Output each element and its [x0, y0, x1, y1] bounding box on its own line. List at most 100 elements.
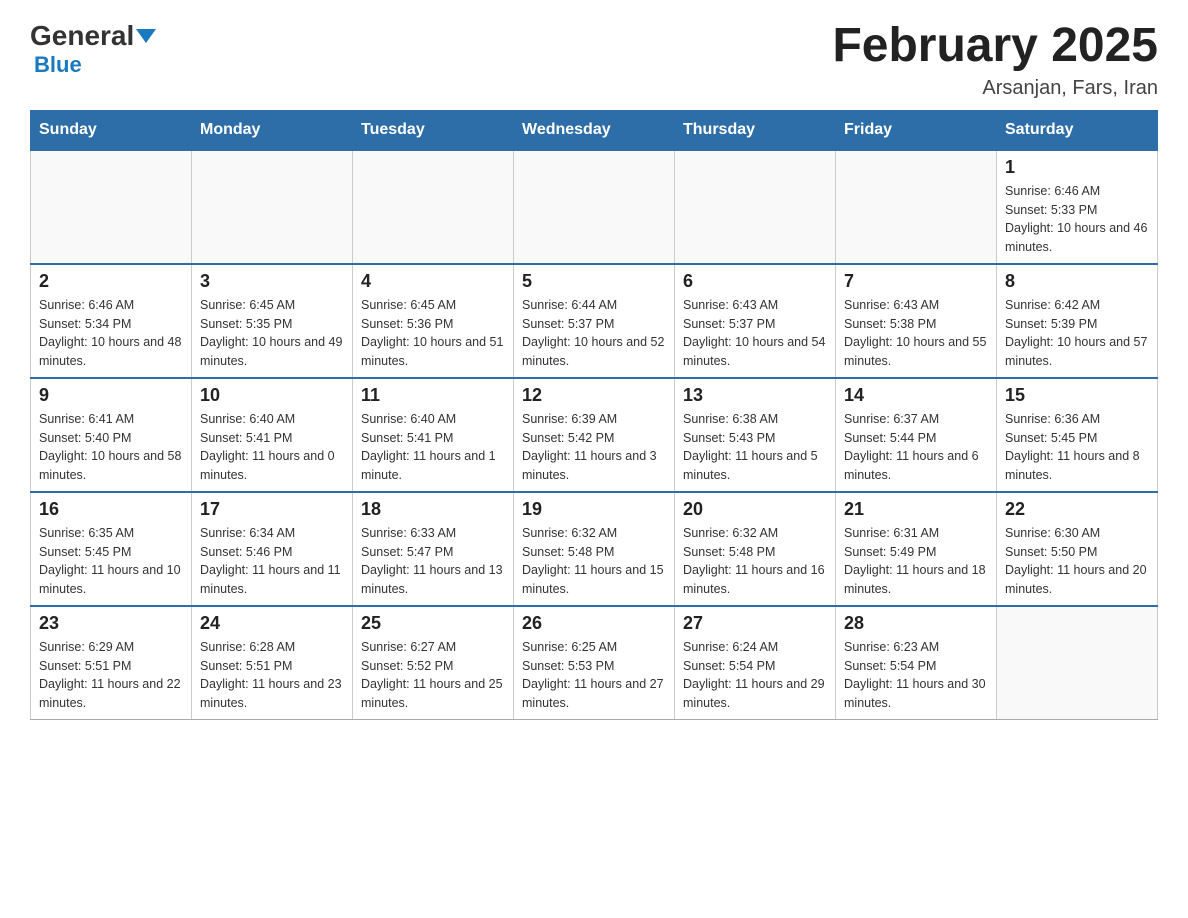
calendar-cell	[31, 150, 192, 264]
calendar-cell	[675, 150, 836, 264]
calendar-cell: 24 Sunrise: 6:28 AMSunset: 5:51 PMDayligh…	[192, 606, 353, 720]
calendar-cell: 28 Sunrise: 6:23 AMSunset: 5:54 PMDayligh…	[836, 606, 997, 720]
day-info: Sunrise: 6:46 AMSunset: 5:33 PMDaylight:…	[1005, 182, 1149, 257]
calendar-cell: 26 Sunrise: 6:25 AMSunset: 5:53 PMDayligh…	[514, 606, 675, 720]
day-number: 8	[1005, 271, 1149, 292]
day-info: Sunrise: 6:32 AMSunset: 5:48 PMDaylight:…	[683, 524, 827, 599]
day-number: 24	[200, 613, 344, 634]
calendar-cell: 21 Sunrise: 6:31 AMSunset: 5:49 PMDayligh…	[836, 492, 997, 606]
logo-general-text: General	[30, 20, 134, 52]
header-sunday: Sunday	[31, 110, 192, 150]
day-info: Sunrise: 6:23 AMSunset: 5:54 PMDaylight:…	[844, 638, 988, 713]
day-number: 12	[522, 385, 666, 406]
day-number: 9	[39, 385, 183, 406]
day-number: 11	[361, 385, 505, 406]
day-number: 18	[361, 499, 505, 520]
day-info: Sunrise: 6:42 AMSunset: 5:39 PMDaylight:…	[1005, 296, 1149, 371]
day-info: Sunrise: 6:25 AMSunset: 5:53 PMDaylight:…	[522, 638, 666, 713]
day-number: 10	[200, 385, 344, 406]
page-header: General Blue February 2025 Arsanjan, Far…	[30, 20, 1158, 100]
day-info: Sunrise: 6:39 AMSunset: 5:42 PMDaylight:…	[522, 410, 666, 485]
calendar-cell: 3 Sunrise: 6:45 AMSunset: 5:35 PMDaylight…	[192, 264, 353, 378]
calendar-week-row: 23 Sunrise: 6:29 AMSunset: 5:51 PMDayligh…	[31, 606, 1158, 720]
day-number: 27	[683, 613, 827, 634]
day-number: 26	[522, 613, 666, 634]
header-saturday: Saturday	[997, 110, 1158, 150]
calendar-cell: 27 Sunrise: 6:24 AMSunset: 5:54 PMDayligh…	[675, 606, 836, 720]
day-info: Sunrise: 6:38 AMSunset: 5:43 PMDaylight:…	[683, 410, 827, 485]
day-info: Sunrise: 6:45 AMSunset: 5:36 PMDaylight:…	[361, 296, 505, 371]
calendar-header-row: Sunday Monday Tuesday Wednesday Thursday…	[31, 110, 1158, 150]
day-number: 17	[200, 499, 344, 520]
day-info: Sunrise: 6:24 AMSunset: 5:54 PMDaylight:…	[683, 638, 827, 713]
calendar-cell: 23 Sunrise: 6:29 AMSunset: 5:51 PMDayligh…	[31, 606, 192, 720]
day-number: 4	[361, 271, 505, 292]
day-number: 16	[39, 499, 183, 520]
day-number: 7	[844, 271, 988, 292]
calendar-cell: 10 Sunrise: 6:40 AMSunset: 5:41 PMDayligh…	[192, 378, 353, 492]
day-info: Sunrise: 6:29 AMSunset: 5:51 PMDaylight:…	[39, 638, 183, 713]
calendar-cell: 8 Sunrise: 6:42 AMSunset: 5:39 PMDaylight…	[997, 264, 1158, 378]
calendar-week-row: 2 Sunrise: 6:46 AMSunset: 5:34 PMDaylight…	[31, 264, 1158, 378]
day-info: Sunrise: 6:41 AMSunset: 5:40 PMDaylight:…	[39, 410, 183, 485]
calendar-cell: 17 Sunrise: 6:34 AMSunset: 5:46 PMDayligh…	[192, 492, 353, 606]
calendar-cell: 13 Sunrise: 6:38 AMSunset: 5:43 PMDayligh…	[675, 378, 836, 492]
calendar-cell: 9 Sunrise: 6:41 AMSunset: 5:40 PMDaylight…	[31, 378, 192, 492]
calendar-cell: 4 Sunrise: 6:45 AMSunset: 5:36 PMDaylight…	[353, 264, 514, 378]
day-number: 1	[1005, 157, 1149, 178]
day-info: Sunrise: 6:28 AMSunset: 5:51 PMDaylight:…	[200, 638, 344, 713]
calendar-cell: 6Sunrise: 6:43 AMSunset: 5:37 PMDaylight…	[675, 264, 836, 378]
logo-blue-text: Blue	[34, 52, 82, 78]
day-info: Sunrise: 6:35 AMSunset: 5:45 PMDaylight:…	[39, 524, 183, 599]
day-number: 6	[683, 271, 827, 292]
calendar-cell: 14 Sunrise: 6:37 AMSunset: 5:44 PMDayligh…	[836, 378, 997, 492]
day-info: Sunrise: 6:33 AMSunset: 5:47 PMDaylight:…	[361, 524, 505, 599]
day-info: Sunrise: 6:27 AMSunset: 5:52 PMDaylight:…	[361, 638, 505, 713]
day-number: 28	[844, 613, 988, 634]
day-info: Sunrise: 6:40 AMSunset: 5:41 PMDaylight:…	[200, 410, 344, 485]
calendar-cell: 5 Sunrise: 6:44 AMSunset: 5:37 PMDaylight…	[514, 264, 675, 378]
day-info: Sunrise: 6:31 AMSunset: 5:49 PMDaylight:…	[844, 524, 988, 599]
day-info: Sunrise: 6:36 AMSunset: 5:45 PMDaylight:…	[1005, 410, 1149, 485]
day-number: 3	[200, 271, 344, 292]
calendar-cell: 18 Sunrise: 6:33 AMSunset: 5:47 PMDayligh…	[353, 492, 514, 606]
calendar-table: Sunday Monday Tuesday Wednesday Thursday…	[30, 110, 1158, 720]
day-number: 15	[1005, 385, 1149, 406]
header-friday: Friday	[836, 110, 997, 150]
day-number: 13	[683, 385, 827, 406]
calendar-cell	[997, 606, 1158, 720]
header-monday: Monday	[192, 110, 353, 150]
day-info: Sunrise: 6:30 AMSunset: 5:50 PMDaylight:…	[1005, 524, 1149, 599]
calendar-cell: 12 Sunrise: 6:39 AMSunset: 5:42 PMDayligh…	[514, 378, 675, 492]
calendar-cell: 1 Sunrise: 6:46 AMSunset: 5:33 PMDaylight…	[997, 150, 1158, 264]
day-number: 21	[844, 499, 988, 520]
header-tuesday: Tuesday	[353, 110, 514, 150]
day-info: Sunrise: 6:32 AMSunset: 5:48 PMDaylight:…	[522, 524, 666, 599]
location-title: Arsanjan, Fars, Iran	[832, 77, 1158, 100]
calendar-cell	[353, 150, 514, 264]
calendar-cell: 2 Sunrise: 6:46 AMSunset: 5:34 PMDaylight…	[31, 264, 192, 378]
calendar-cell	[836, 150, 997, 264]
day-number: 23	[39, 613, 183, 634]
calendar-cell: 7 Sunrise: 6:43 AMSunset: 5:38 PMDaylight…	[836, 264, 997, 378]
calendar-cell: 15 Sunrise: 6:36 AMSunset: 5:45 PMDayligh…	[997, 378, 1158, 492]
calendar-cell: 25Sunrise: 6:27 AMSunset: 5:52 PMDayligh…	[353, 606, 514, 720]
day-info: Sunrise: 6:44 AMSunset: 5:37 PMDaylight:…	[522, 296, 666, 371]
calendar-week-row: 9 Sunrise: 6:41 AMSunset: 5:40 PMDaylight…	[31, 378, 1158, 492]
calendar-cell: 22Sunrise: 6:30 AMSunset: 5:50 PMDayligh…	[997, 492, 1158, 606]
day-number: 19	[522, 499, 666, 520]
day-info: Sunrise: 6:43 AMSunset: 5:38 PMDaylight:…	[844, 296, 988, 371]
calendar-week-row: 16 Sunrise: 6:35 AMSunset: 5:45 PMDayligh…	[31, 492, 1158, 606]
day-info: Sunrise: 6:34 AMSunset: 5:46 PMDaylight:…	[200, 524, 344, 599]
calendar-cell	[192, 150, 353, 264]
header-thursday: Thursday	[675, 110, 836, 150]
day-info: Sunrise: 6:37 AMSunset: 5:44 PMDaylight:…	[844, 410, 988, 485]
day-info: Sunrise: 6:46 AMSunset: 5:34 PMDaylight:…	[39, 296, 183, 371]
day-info: Sunrise: 6:45 AMSunset: 5:35 PMDaylight:…	[200, 296, 344, 371]
day-number: 2	[39, 271, 183, 292]
day-number: 14	[844, 385, 988, 406]
calendar-cell: 19 Sunrise: 6:32 AMSunset: 5:48 PMDayligh…	[514, 492, 675, 606]
calendar-cell: 11Sunrise: 6:40 AMSunset: 5:41 PMDayligh…	[353, 378, 514, 492]
day-number: 5	[522, 271, 666, 292]
title-section: February 2025 Arsanjan, Fars, Iran	[832, 20, 1158, 100]
